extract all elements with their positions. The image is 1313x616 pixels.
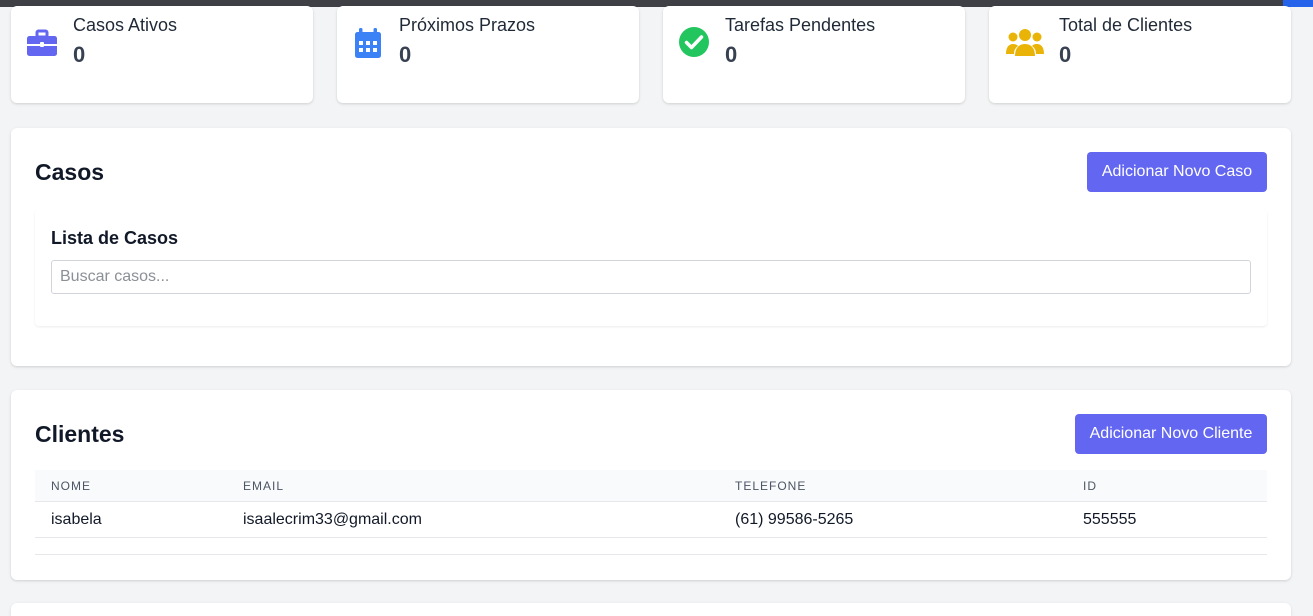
table-footer-divider: [35, 538, 1267, 555]
clients-section: Clientes Adicionar Novo Cliente Nome Ema…: [11, 390, 1291, 580]
stat-value: 0: [1059, 42, 1072, 67]
stat-card-proximos-prazos: Próximos Prazos 0: [337, 6, 639, 103]
search-input[interactable]: [51, 260, 1251, 294]
cell-telefone: (61) 99586-5265: [735, 511, 854, 528]
column-header-telefone[interactable]: Telefone: [735, 479, 806, 493]
case-list-title: Lista de Casos: [51, 228, 179, 248]
users-icon: [1005, 26, 1045, 60]
stat-value: 0: [73, 42, 86, 67]
calendar-icon: [351, 26, 385, 60]
stat-card-total-clientes: Total de Clientes 0: [989, 6, 1291, 103]
column-header-email[interactable]: Email: [243, 479, 284, 493]
next-section-card: [11, 603, 1291, 616]
cell-id: 555555: [1083, 511, 1137, 528]
section-title: Clientes: [35, 421, 125, 447]
column-header-id[interactable]: ID: [1083, 479, 1097, 493]
case-list-card: Lista de Casos: [35, 210, 1267, 326]
cell-email: isaalecrim33@gmail.com: [243, 511, 422, 528]
check-circle-icon: [677, 26, 711, 60]
stat-value: 0: [725, 42, 738, 67]
cases-section: Casos Adicionar Novo Caso Lista de Casos: [11, 128, 1291, 366]
clients-table: Nome Email Telefone ID isabela isaalecri…: [35, 470, 1267, 555]
stat-label: Tarefas Pendentes: [725, 15, 876, 35]
add-case-button[interactable]: Adicionar Novo Caso: [1087, 152, 1267, 192]
stat-label: Casos Ativos: [73, 15, 178, 35]
stat-value: 0: [399, 42, 412, 67]
briefcase-icon: [25, 26, 59, 60]
stat-label: Próximos Prazos: [399, 15, 536, 35]
stat-label: Total de Clientes: [1059, 15, 1193, 35]
table-header: Nome Email Telefone ID: [35, 470, 1267, 502]
cell-nome: isabela: [51, 511, 102, 528]
add-client-button[interactable]: Adicionar Novo Cliente: [1075, 414, 1267, 454]
stat-card-tarefas-pendentes: Tarefas Pendentes 0: [663, 6, 965, 103]
section-title: Casos: [35, 159, 105, 185]
table-row[interactable]: isabela isaalecrim33@gmail.com (61) 9958…: [35, 502, 1267, 538]
stat-card-casos-ativos: Casos Ativos 0: [11, 6, 313, 103]
column-header-nome[interactable]: Nome: [51, 479, 91, 493]
